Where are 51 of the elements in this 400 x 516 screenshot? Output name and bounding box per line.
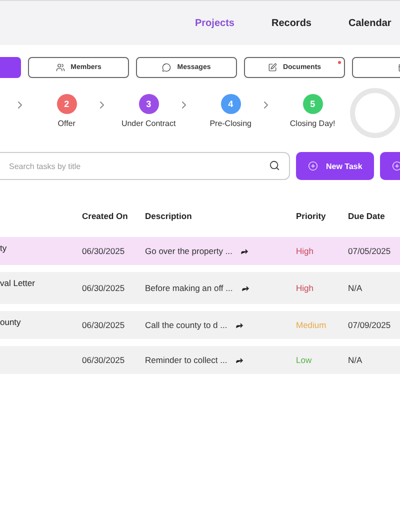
step-label: Offer xyxy=(58,119,76,128)
date-cell-text: 06/30/2025 xyxy=(82,283,126,293)
step-number: 3 xyxy=(138,94,159,114)
due-date-cell-text: 07/05/2025 xyxy=(348,246,392,256)
due-date-cell-text: N/A xyxy=(348,283,364,293)
table-row[interactable]: val Letter 06/30/2025 Before making an off ... High N/A xyxy=(0,272,400,304)
step-label: Closing Day! xyxy=(290,119,336,128)
table-row[interactable]: 06/30/2025 Reminder to collect ... Low N/A xyxy=(0,346,400,374)
search-field[interactable]: Search tasks by title xyxy=(0,152,290,180)
share-arrow-icon[interactable] xyxy=(235,356,244,364)
nav-link[interactable]: Projects xyxy=(195,18,234,28)
chat-bubble-icon xyxy=(162,63,172,72)
task-title: val Letter xyxy=(0,277,36,288)
step-number: 4 xyxy=(220,94,241,114)
priority-cell-text: High xyxy=(296,246,314,256)
plus-icon xyxy=(392,161,400,171)
share-arrow-icon[interactable] xyxy=(240,246,250,256)
step-number: 2 xyxy=(56,94,77,114)
table-row[interactable]: ty 06/30/2025 Go over the property ... High 07/05/2025 xyxy=(0,237,400,265)
step-label: Pre-Closing xyxy=(210,119,252,128)
plus-icon xyxy=(308,161,318,171)
share-arrow-icon[interactable] xyxy=(240,284,250,292)
date-cell-text: 06/30/2025 xyxy=(82,246,126,256)
description-cell: Call the county to d ... xyxy=(145,320,228,330)
date-cell-text: 06/30/2025 xyxy=(82,355,126,365)
step-label: Under Contract xyxy=(121,119,176,128)
due-date-cell-text: N/A xyxy=(348,355,364,365)
column-header: Priority xyxy=(296,211,327,221)
table-row[interactable]: ounty 06/30/2025 Call the county to d ... Medium 07/09/2025 xyxy=(0,311,400,339)
date-cell-text: 06/30/2025 xyxy=(82,320,126,330)
step-number: 5 xyxy=(302,94,323,114)
progress-ring xyxy=(350,88,400,138)
pencil-square-icon xyxy=(268,63,277,72)
priority-cell-text: High xyxy=(296,283,314,293)
new-task-button[interactable]: New Task xyxy=(296,152,374,180)
users-icon xyxy=(56,63,65,72)
priority-cell-text: Medium xyxy=(296,320,328,330)
priority-cell-text: Low xyxy=(296,355,313,365)
due-date-cell-text: 07/09/2025 xyxy=(348,320,392,330)
nav-link[interactable]: Calendar xyxy=(348,18,392,28)
share-arrow-icon[interactable] xyxy=(235,320,244,330)
description-cell: Go over the property ... xyxy=(145,246,232,256)
search-icon xyxy=(269,160,280,171)
description-cell: Before making an off ... xyxy=(145,283,233,293)
task-title: ounty xyxy=(0,316,22,327)
column-header: Description xyxy=(145,211,193,221)
description-cell: Reminder to collect ... xyxy=(145,355,228,365)
nav-link[interactable]: Records xyxy=(271,18,312,28)
task-title: ty xyxy=(0,242,8,253)
column-header: Created On xyxy=(82,211,129,221)
column-header: Due Date xyxy=(348,211,386,221)
